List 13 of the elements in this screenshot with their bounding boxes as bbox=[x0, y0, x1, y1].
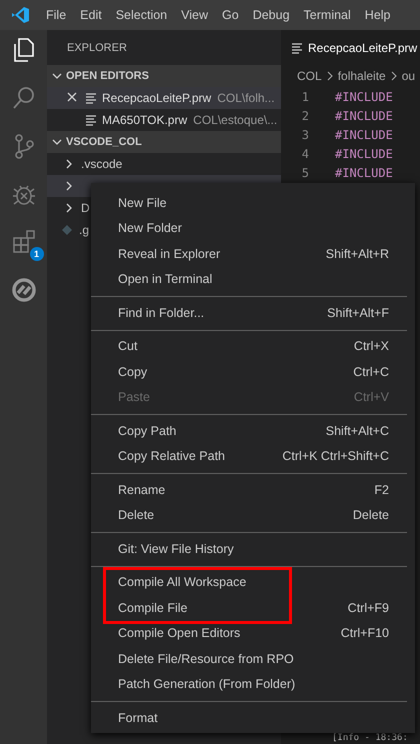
code-line: #INCLUDE bbox=[335, 128, 393, 142]
line-number: 2 bbox=[300, 108, 309, 122]
line-number: 1 bbox=[300, 90, 309, 104]
line-number: 4 bbox=[300, 146, 309, 160]
code-line: #INCLUDE bbox=[335, 166, 393, 180]
line-number: 5 bbox=[300, 166, 309, 180]
code-line: #INCLUDE bbox=[335, 108, 393, 122]
line-number: 3 bbox=[300, 128, 309, 142]
sidebar-title: EXPLORER bbox=[66, 40, 128, 56]
count-badge: 1 bbox=[30, 247, 44, 261]
code-line: #INCLUDE bbox=[335, 146, 393, 160]
code-line: #INCLUDE bbox=[335, 90, 393, 104]
output-line: [Info - 18:36: bbox=[332, 733, 408, 743]
